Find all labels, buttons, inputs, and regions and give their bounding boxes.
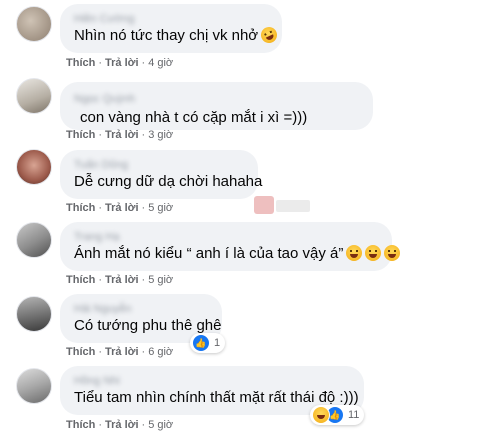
separator: · [141,274,146,286]
like-button[interactable]: Thích [66,57,95,69]
comment-text: Có tướng phu thê ghê [74,317,222,334]
reply-button[interactable]: Trả lời [105,57,139,69]
avatar[interactable] [16,78,52,114]
comment-author[interactable]: Hồng Nhi [74,374,350,388]
avatar[interactable] [16,296,52,332]
haha-icon [312,406,330,424]
comment: Ngọc Quỳnh con vàng nhà t có cặp mắt i x… [0,72,500,156]
like-button[interactable]: Thích [66,346,95,358]
separator: · [98,419,103,431]
separator: · [98,202,103,214]
comment-author[interactable]: Hải Nguyễn [74,302,208,316]
comment-actions: Thích · Trả lời · 6 giờ [66,346,173,358]
comment: Hồng Nhi Tiểu tam nhìn chính thất mặt rấ… [0,362,500,446]
comment-time[interactable]: 6 giờ [148,346,173,358]
separator: · [98,129,103,141]
comment-text: Ánh mắt nó kiểu “ anh í là của tao vậy á… [74,244,401,264]
comment-text: Nhìn nó tức thay chị vk nhở [74,24,280,46]
comment-time[interactable]: 5 giờ [148,419,173,431]
separator: · [98,346,103,358]
comment-body: Ánh mắt nó kiểu “ anh í là của tao vậy á… [74,245,344,262]
avatar[interactable] [16,6,52,42]
separator: · [141,346,146,358]
separator: · [141,419,146,431]
reply-button[interactable]: Trả lời [105,129,139,141]
reply-button[interactable]: Trả lời [105,346,139,358]
comment-author[interactable]: Trang Hạ [74,230,378,244]
reply-button[interactable]: Trả lời [105,274,139,286]
avatar[interactable] [16,368,52,404]
reaction-count: 1 [214,337,221,349]
like-button[interactable]: Thích [66,419,95,431]
comment-actions: Thích · Trả lời · 5 giờ [66,274,173,286]
comment-time[interactable]: 4 giờ [148,57,173,69]
rofl-emoji [258,24,280,46]
comment-bubble: Tuấn Dũng Dễ cưng dữ dạ chời hahaha [60,150,263,199]
laughing-tears-emoji [365,245,382,261]
comment-author[interactable]: Hiền Cường [74,12,268,26]
separator: · [98,57,103,69]
reaction-summary[interactable]: 👍 1 [190,333,226,353]
watermark-logo [254,196,310,214]
comment-time[interactable]: 5 giờ [148,274,173,286]
separator: · [141,202,146,214]
reaction-count: 11 [348,409,360,421]
comment-text: Dễ cưng dữ dạ chời hahaha [74,173,263,190]
comment-time[interactable]: 5 giờ [148,202,173,214]
comment-time[interactable]: 3 giờ [148,129,173,141]
like-button[interactable]: Thích [66,129,95,141]
comment-author[interactable]: Ngọc Quỳnh [74,92,135,106]
comment-text: con vàng nhà t có cặp mắt i xì =))) [80,109,308,126]
like-button[interactable]: Thích [66,202,95,214]
reaction-summary[interactable]: 👍 11 [310,405,365,425]
reply-button[interactable]: Trả lời [105,202,139,214]
separator: · [98,274,103,286]
comment-thread: Hiền Cường Nhìn nó tức thay chị vk nhở T… [0,0,500,436]
comment-text: Tiểu tam nhìn chính thất mặt rất thái độ… [74,389,359,406]
laughing-tears-emoji [346,245,363,261]
separator: · [141,129,146,141]
reply-button[interactable]: Trả lời [105,419,139,431]
comment-author[interactable]: Tuấn Dũng [74,158,244,172]
comment-actions: Thích · Trả lời · 3 giờ [66,129,173,141]
comment-bubble: Trang Hạ Ánh mắt nó kiểu “ anh í là của … [60,222,401,271]
like-button[interactable]: Thích [66,274,95,286]
comment-actions: Thích · Trả lời · 5 giờ [66,202,173,214]
like-icon: 👍 [192,334,210,352]
separator: · [141,57,146,69]
laughing-tears-emoji [384,245,401,261]
avatar[interactable] [16,149,52,185]
avatar[interactable] [16,222,52,258]
comment-bubble: Hiền Cường Nhìn nó tức thay chị vk nhở [60,4,282,53]
comment-actions: Thích · Trả lời · 4 giờ [66,57,173,69]
comment-actions: Thích · Trả lời · 5 giờ [66,419,173,431]
comment-body: Nhìn nó tức thay chị vk nhở [74,27,259,44]
comment-bubble: Ngọc Quỳnh con vàng nhà t có cặp mắt i x… [60,82,373,130]
comment: Tuấn Dũng Dễ cưng dữ dạ chời hahaha Thíc… [0,146,500,230]
